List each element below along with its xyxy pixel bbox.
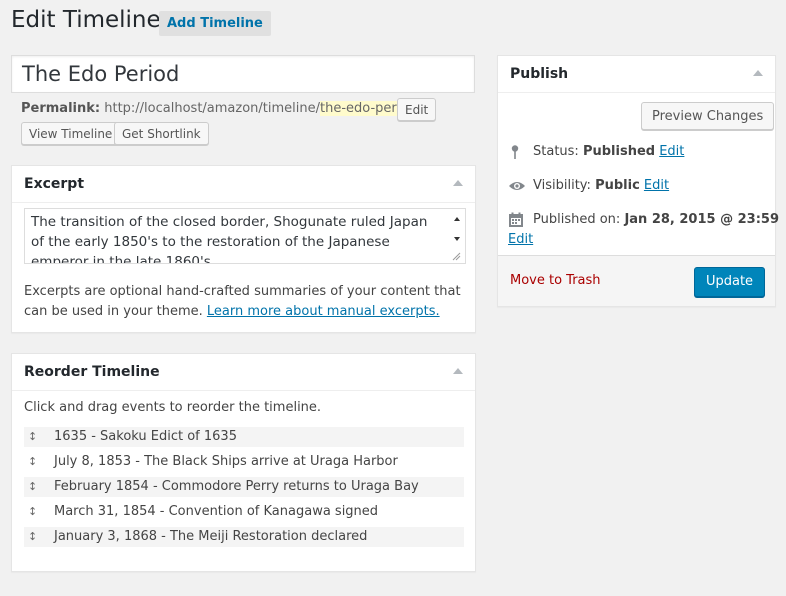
permalink-label: Permalink:: [21, 101, 101, 116]
event-label: July 8, 1853 - The Black Ships arrive at…: [54, 454, 398, 469]
event-label: January 3, 1868 - The Meiji Restoration …: [54, 529, 368, 544]
status-label: Status:: [533, 144, 579, 159]
event-label: 1635 - Sakoku Edict of 1635: [54, 429, 237, 444]
collapse-arrow-icon[interactable]: [753, 70, 763, 76]
timeline-event-row[interactable]: ↕ January 3, 1868 - The Meiji Restoratio…: [24, 527, 464, 547]
edit-permalink-button[interactable]: Edit: [397, 98, 437, 121]
excerpt-box: Excerpt The transition of the closed bor…: [11, 165, 476, 333]
pin-icon: [511, 145, 519, 159]
excerpt-title: Excerpt: [24, 176, 85, 192]
timeline-event-row[interactable]: ↕ February 1854 - Commodore Perry return…: [24, 477, 464, 497]
published-label: Published on:: [533, 212, 621, 227]
excerpt-scrollbar[interactable]: [451, 211, 463, 261]
reorder-header[interactable]: Reorder Timeline: [12, 354, 475, 391]
drag-handle-icon[interactable]: ↕: [28, 502, 37, 522]
publish-title: Publish: [510, 66, 569, 82]
update-button[interactable]: Update: [694, 267, 765, 297]
published-value: Jan 28, 2015 @ 23:59: [624, 212, 779, 227]
visibility-label: Visibility:: [533, 178, 591, 193]
event-label: February 1854 - Commodore Perry returns …: [54, 479, 419, 494]
move-to-trash-link[interactable]: Move to Trash: [510, 273, 601, 288]
excerpt-textarea[interactable]: The transition of the closed border, Sho…: [24, 208, 466, 264]
excerpt-value: The transition of the closed border, Sho…: [31, 214, 428, 264]
status-edit-link[interactable]: Edit: [659, 144, 684, 159]
post-title-input[interactable]: The Edo Period: [11, 55, 475, 93]
resize-grip-icon[interactable]: [451, 251, 461, 261]
calendar-icon: [509, 212, 523, 227]
drag-handle-icon[interactable]: ↕: [28, 527, 37, 547]
visibility-edit-link[interactable]: Edit: [644, 178, 669, 193]
page-title: Edit Timeline: [11, 7, 161, 33]
scroll-down-icon[interactable]: [454, 237, 460, 241]
publish-header[interactable]: Publish: [498, 56, 775, 93]
drag-handle-icon[interactable]: ↕: [28, 477, 37, 497]
collapse-arrow-icon[interactable]: [453, 180, 463, 186]
status-value: Published: [582, 144, 656, 159]
drag-handle-icon[interactable]: ↕: [28, 427, 37, 447]
drag-handle-icon[interactable]: ↕: [28, 452, 37, 472]
learn-more-link[interactable]: Learn more about manual excerpts.: [207, 304, 440, 319]
reorder-title: Reorder Timeline: [24, 364, 160, 380]
visibility-value: Public: [595, 178, 640, 193]
excerpt-help: Excerpts are optional hand-crafted summa…: [24, 282, 466, 322]
add-timeline-button[interactable]: Add Timeline: [159, 11, 271, 36]
publish-box: Publish Preview Changes Status: Publishe…: [497, 55, 779, 307]
reorder-intro: Click and drag events to reorder the tim…: [24, 400, 322, 415]
permalink-base[interactable]: http://localhost/amazon/timeline/: [104, 101, 320, 116]
scroll-up-icon[interactable]: [454, 217, 460, 221]
timeline-event-row[interactable]: ↕ March 31, 1854 - Convention of Kanagaw…: [24, 502, 464, 522]
preview-changes-button[interactable]: Preview Changes: [641, 102, 775, 130]
event-label: March 31, 1854 - Convention of Kanagawa …: [54, 504, 379, 519]
view-timeline-button[interactable]: View Timeline: [21, 122, 121, 145]
publish-actions: Move to Trash Update: [498, 255, 775, 306]
timeline-event-row[interactable]: ↕ 1635 - Sakoku Edict of 1635: [24, 427, 464, 447]
collapse-arrow-icon[interactable]: [453, 368, 463, 374]
date-edit-link[interactable]: Edit: [508, 232, 533, 247]
get-shortlink-button[interactable]: Get Shortlink: [114, 122, 209, 145]
eye-icon: [509, 182, 525, 190]
excerpt-header[interactable]: Excerpt: [12, 166, 475, 203]
timeline-event-row[interactable]: ↕ July 8, 1853 - The Black Ships arrive …: [24, 452, 464, 472]
reorder-timeline-box: Reorder Timeline Click and drag events t…: [11, 353, 476, 572]
permalink: Permalink: http://localhost/amazon/timel…: [21, 101, 421, 116]
